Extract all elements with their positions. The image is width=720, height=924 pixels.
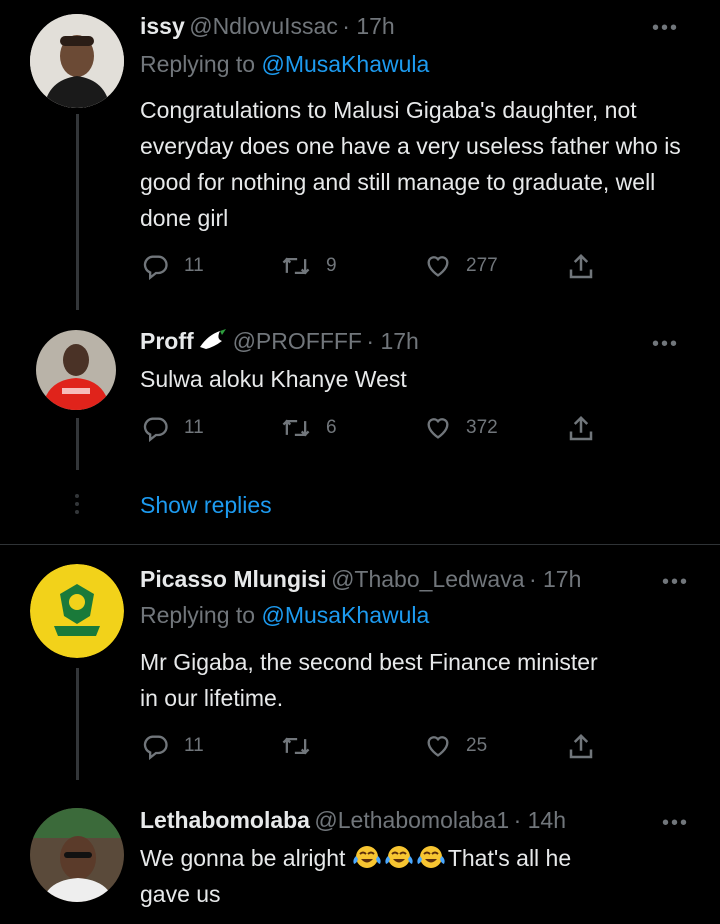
retweet-button[interactable]: 6	[280, 414, 337, 442]
divider	[0, 544, 720, 545]
thread-line	[76, 418, 79, 470]
show-replies-link[interactable]: Show replies	[140, 492, 272, 519]
timestamp[interactable]: · 17h	[342, 13, 394, 39]
display-name[interactable]: issy	[140, 13, 185, 39]
retweet-icon	[282, 257, 310, 275]
share-icon	[569, 253, 593, 279]
like-button[interactable]: 277	[424, 252, 498, 280]
timestamp[interactable]: · 17h	[529, 566, 581, 592]
reply-icon	[143, 255, 168, 280]
retweet-button[interactable]	[280, 732, 326, 760]
retweet-button[interactable]: 9	[280, 252, 337, 280]
thread-dots	[75, 494, 79, 518]
reply-button[interactable]: 11	[142, 252, 204, 280]
avatar[interactable]	[30, 564, 124, 658]
tweet-text: Mr Gigaba, the second best Finance minis…	[140, 649, 598, 711]
like-button[interactable]: 372	[424, 414, 498, 442]
reply-button[interactable]: 11	[142, 414, 204, 442]
tweet-header: Lethabomolaba @Lethabomolaba1 · 14h	[140, 806, 566, 838]
heart-icon	[427, 418, 449, 439]
reply-count: 11	[184, 417, 204, 438]
face-with-tears-of-joy-icon	[353, 846, 381, 868]
more-options-icon[interactable]: •••	[662, 813, 689, 833]
tweet-text: Congratulations to Malusi Gigaba's daugh…	[140, 97, 681, 231]
thread-line	[76, 114, 79, 310]
avatar[interactable]	[30, 808, 124, 902]
tweet-header: issy @NdlovuIssac · 17h	[140, 12, 395, 44]
retweet-count: 6	[326, 417, 337, 438]
display-name[interactable]: Proff	[140, 328, 194, 354]
replying-prefix: Replying to	[140, 51, 262, 77]
like-count: 25	[466, 735, 488, 756]
share-button[interactable]	[566, 414, 596, 444]
tweet-header: Proff @PROFFFF · 17h	[140, 327, 419, 359]
tweet-text: We gonna be alright That's all he gave u…	[140, 840, 710, 912]
more-options-icon[interactable]: •••	[662, 572, 689, 592]
replying-to: Replying to @MusaKhawula	[140, 50, 429, 78]
user-handle[interactable]: @NdlovuIssac	[189, 13, 338, 39]
like-count: 277	[466, 255, 498, 276]
timestamp[interactable]: · 17h	[366, 328, 418, 354]
more-options-icon[interactable]: •••	[652, 18, 679, 38]
retweet-icon	[282, 419, 310, 437]
share-icon	[569, 733, 593, 759]
tweet-text: Sulwa aloku Khanye West	[140, 366, 407, 392]
avatar[interactable]	[30, 14, 124, 108]
reply-button[interactable]: 11	[142, 732, 204, 760]
thread-line	[76, 668, 79, 780]
face-with-tears-of-joy-icon	[417, 846, 445, 868]
display-name[interactable]: Picasso Mlungisi	[140, 566, 327, 592]
retweet-count: 9	[326, 255, 337, 276]
replying-prefix: Replying to	[140, 602, 262, 628]
dove-emoji-icon	[200, 329, 227, 349]
reply-count: 11	[184, 735, 204, 756]
share-icon	[569, 415, 593, 441]
face-with-tears-of-joy-icon	[385, 846, 413, 868]
like-button[interactable]: 25	[424, 732, 487, 760]
share-button[interactable]	[566, 252, 596, 282]
replying-to: Replying to @MusaKhawula	[140, 601, 429, 629]
mention-link[interactable]: @MusaKhawula	[261, 602, 429, 628]
tweet-text-part3: gave us	[140, 881, 221, 907]
reply-icon	[143, 417, 168, 442]
more-options-icon[interactable]: •••	[652, 334, 679, 354]
reply-count: 11	[184, 255, 204, 276]
heart-icon	[427, 256, 449, 277]
heart-icon	[427, 736, 449, 757]
timestamp[interactable]: · 14h	[514, 807, 566, 833]
user-handle[interactable]: @PROFFFF	[233, 328, 362, 354]
user-handle[interactable]: @Thabo_Ledwava	[331, 566, 524, 592]
tweet-text-part1: We gonna be alright	[140, 845, 352, 871]
mention-link[interactable]: @MusaKhawula	[261, 51, 429, 77]
avatar[interactable]	[36, 330, 116, 410]
like-count: 372	[466, 417, 498, 438]
reply-icon	[143, 735, 168, 760]
user-handle[interactable]: @Lethabomolaba1	[314, 807, 509, 833]
retweet-icon	[282, 737, 310, 755]
tweet-header: Picasso Mlungisi @Thabo_Ledwava · 17h	[140, 565, 581, 597]
display-name[interactable]: Lethabomolaba	[140, 807, 310, 833]
tweet-text-part2: That's all he	[447, 845, 572, 871]
share-button[interactable]	[566, 732, 596, 762]
